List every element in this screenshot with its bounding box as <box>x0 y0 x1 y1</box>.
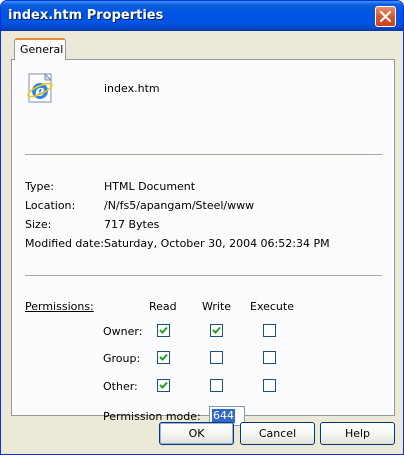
modified-date-label: Modified date: <box>25 237 104 250</box>
location-value: /N/fs5/apangam/Steel/www <box>104 199 255 212</box>
other-execute-checkbox[interactable] <box>263 379 276 392</box>
separator <box>25 275 382 277</box>
checkmark-icon <box>159 381 168 389</box>
owner-label: Owner: <box>103 325 143 338</box>
size-value: 717 Bytes <box>104 218 160 231</box>
window-title: index.htm Properties <box>8 8 164 23</box>
group-label: Group: <box>103 352 141 365</box>
dialog-body: General e index.htm Type: HTML Document … <box>4 31 400 452</box>
checkmark-icon <box>212 326 221 334</box>
owner-read-checkbox[interactable] <box>157 324 170 337</box>
write-column-header: Write <box>202 300 232 313</box>
file-name: index.htm <box>104 82 160 95</box>
separator <box>25 154 382 156</box>
permissions-label: Permissions: <box>25 300 94 313</box>
read-column-header: Read <box>149 300 177 313</box>
size-label: Size: <box>25 218 52 231</box>
title-bar[interactable]: index.htm Properties <box>1 1 403 31</box>
checkmark-icon <box>159 326 168 334</box>
close-icon <box>379 10 392 23</box>
location-label: Location: <box>25 199 76 212</box>
checkmark-icon <box>159 353 168 361</box>
type-value: HTML Document <box>104 180 196 193</box>
group-execute-checkbox[interactable] <box>263 351 276 364</box>
other-read-checkbox[interactable] <box>157 379 170 392</box>
execute-column-header: Execute <box>250 300 294 313</box>
owner-execute-checkbox[interactable] <box>263 324 276 337</box>
owner-write-checkbox[interactable] <box>210 324 223 337</box>
tab-general[interactable]: General <box>14 38 66 60</box>
group-read-checkbox[interactable] <box>157 351 170 364</box>
other-label: Other: <box>103 380 138 393</box>
modified-date-value: Saturday, October 30, 2004 06:52:34 PM <box>104 237 330 250</box>
close-button[interactable] <box>375 6 396 27</box>
cancel-button[interactable]: Cancel <box>240 422 315 445</box>
help-button[interactable]: Help <box>320 422 395 445</box>
tab-general-label: General <box>20 43 64 56</box>
ie-html-file-icon: e <box>27 72 53 103</box>
general-panel: e index.htm Type: HTML Document Location… <box>11 59 395 426</box>
group-write-checkbox[interactable] <box>210 351 223 364</box>
permission-mode-value: 644 <box>212 409 235 423</box>
other-write-checkbox[interactable] <box>210 379 223 392</box>
type-label: Type: <box>25 180 54 193</box>
ok-button[interactable]: OK <box>159 422 234 445</box>
properties-dialog: index.htm Properties General e index.htm… <box>0 0 404 455</box>
